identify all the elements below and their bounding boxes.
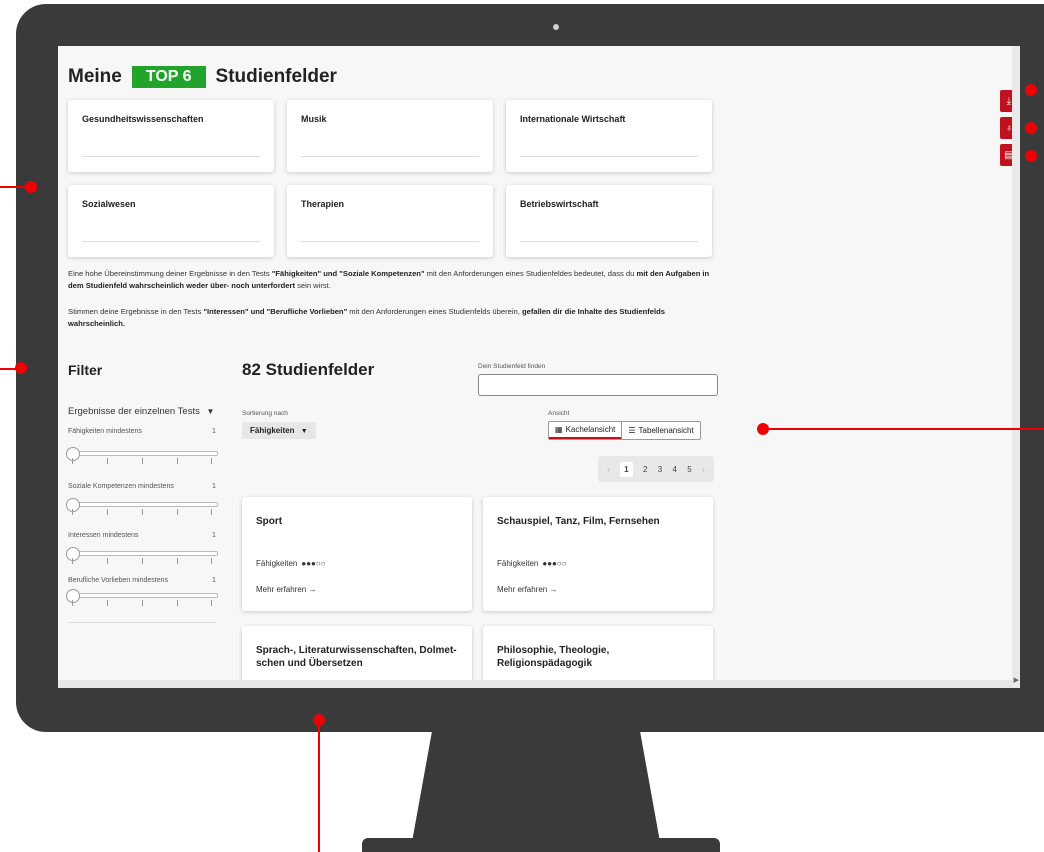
pagination: ‹ 1 2 3 4 5 › — [598, 456, 714, 482]
next-page-button[interactable]: › — [702, 465, 705, 474]
search-label: Dein Studienfeld finden — [478, 363, 546, 370]
sort-select[interactable]: Fähigkeiten ▼ — [242, 422, 316, 439]
result-name: Schauspiel, Tanz, Film, Fernsehen — [497, 516, 660, 527]
info-paragraph-2: Stimmen deine Ergebnisse in den Tests "I… — [68, 307, 665, 328]
slider-label: Interessen mindestens — [68, 532, 139, 539]
view-table-button[interactable]: ☰ Tabellenansicht — [621, 422, 699, 439]
page-title: Meine TOP 6 Studienfelder — [68, 66, 337, 88]
filter-group-toggle[interactable]: Ergebnisse der einzelnen Tests ▼ — [68, 406, 214, 417]
view-toggle: ▦ Kachelansicht ☰ Tabellenansicht — [548, 421, 701, 440]
view-tiles-label: Kachelansicht — [565, 425, 616, 434]
result-name: Sport — [256, 516, 283, 527]
view-table-label: Tabellenansicht — [638, 426, 694, 435]
top-field-name: Musik — [301, 114, 327, 124]
result-card[interactable]: Sport Fähigkeiten ●●●○○ Mehr erfahren → — [242, 497, 472, 611]
annotation-marker — [25, 181, 37, 193]
result-card[interactable]: Philosophie, Theologie, Religionspädagog… — [483, 626, 713, 688]
card-divider — [82, 156, 260, 157]
slider-faehigkeiten[interactable] — [70, 451, 218, 456]
page-button[interactable]: 2 — [643, 465, 647, 474]
camera-dot — [553, 24, 559, 30]
slider-label: Fähigkeiten mindestens — [68, 428, 142, 435]
page-button[interactable]: 3 — [658, 465, 662, 474]
rating-dots: ●●●○○ — [301, 559, 326, 568]
title-suffix: Studienfelder — [215, 66, 337, 87]
search-input[interactable] — [478, 374, 718, 396]
more-link[interactable]: Mehr erfahren → — [256, 585, 316, 594]
list-icon: ☰ — [628, 426, 636, 435]
top-field-name: Gesundheitswissenschaften — [82, 114, 204, 124]
annotation-marker — [313, 714, 325, 726]
top-field-name: Betriebswirtschaft — [520, 199, 599, 209]
card-divider — [301, 156, 479, 157]
horizontal-scrollbar[interactable] — [58, 680, 1012, 688]
filter-divider — [68, 622, 216, 623]
slider-value: 1 — [212, 428, 216, 435]
slider-label: Berufliche Vorlieben mindestens — [68, 577, 169, 584]
card-divider — [301, 241, 479, 242]
annotation-marker — [1025, 122, 1037, 134]
slider-value: 1 — [212, 483, 216, 490]
page-button[interactable]: 1 — [620, 461, 633, 477]
top-field-card[interactable]: Gesundheitswissenschaften — [68, 100, 274, 172]
result-metric: Fähigkeiten ●●●○○ — [497, 559, 567, 568]
filter-title: Filter — [68, 362, 103, 378]
page-button[interactable]: 4 — [673, 465, 677, 474]
sort-value: Fähigkeiten — [250, 426, 295, 435]
top-field-card[interactable]: Betriebswirtschaft — [506, 185, 712, 257]
slider-ticks — [72, 509, 212, 515]
slider-value: 1 — [212, 577, 216, 584]
page-button[interactable]: 5 — [687, 465, 691, 474]
download-icon: ⤓ — [1006, 95, 1012, 107]
info-paragraph-1: Eine hohe Übereinstimmung deiner Ergebni… — [68, 269, 710, 290]
result-card[interactable]: Sprach-, Literaturwissenschaften, Dolmet… — [242, 626, 472, 688]
scroll-right-icon[interactable]: ▶ — [1014, 676, 1019, 684]
result-name: Sprach-, Literaturwissenschaften, Dolmet… — [256, 645, 457, 669]
top-badge: TOP 6 — [131, 66, 206, 88]
result-name: Philosophie, Theologie, Religionspädagog… — [497, 645, 610, 669]
card-divider — [520, 241, 698, 242]
card-divider — [82, 241, 260, 242]
slider-ticks — [72, 458, 212, 464]
monitor-stand — [412, 732, 660, 842]
top-field-card[interactable]: Sozialwesen — [68, 185, 274, 257]
card-divider — [520, 156, 698, 157]
sort-label: Sortierung nach — [242, 410, 288, 417]
marker-line — [318, 720, 320, 852]
monitor-base — [362, 838, 720, 852]
slider-value: 1 — [212, 532, 216, 539]
top-field-card[interactable]: Therapien — [287, 185, 493, 257]
result-metric: Fähigkeiten ●●●○○ — [256, 559, 326, 568]
vertical-scrollbar[interactable] — [1012, 46, 1020, 688]
caret-down-icon: ▼ — [300, 428, 308, 435]
screen: Meine TOP 6 Studienfelder Gesundheitswis… — [58, 46, 1020, 688]
top-field-name: Therapien — [301, 199, 345, 209]
slider-berufliche-vorlieben[interactable] — [70, 593, 218, 598]
results-count: 82 Studienfelder — [242, 360, 375, 379]
top-field-card[interactable]: Internationale Wirtschaft — [506, 100, 712, 172]
top-field-name: Sozialwesen — [82, 199, 136, 209]
caret-down-icon: ▼ — [206, 407, 215, 416]
slider-ticks — [72, 600, 212, 606]
top-field-name: Internationale Wirtschaft — [520, 114, 626, 124]
annotation-marker — [15, 362, 27, 374]
slider-soziale-kompetenzen[interactable] — [70, 502, 218, 507]
prev-page-button[interactable]: ‹ — [607, 465, 610, 474]
marker-line — [766, 428, 1044, 430]
annotation-marker — [1025, 84, 1037, 96]
rating-dots: ●●●○○ — [542, 559, 567, 568]
annotation-marker — [757, 423, 769, 435]
more-link[interactable]: Mehr erfahren → — [497, 585, 557, 594]
slider-interessen[interactable] — [70, 551, 218, 556]
view-tiles-button[interactable]: ▦ Kachelansicht — [549, 422, 622, 439]
filter-group-label: Ergebnisse der einzelnen Tests — [68, 406, 200, 417]
view-label: Ansicht — [548, 410, 570, 417]
result-card[interactable]: Schauspiel, Tanz, Film, Fernsehen Fähigk… — [483, 497, 713, 611]
slider-label: Soziale Kompetenzen mindestens — [68, 483, 174, 490]
annotation-marker — [1025, 150, 1037, 162]
title-prefix: Meine — [68, 66, 122, 87]
grid-icon: ▦ — [555, 425, 563, 434]
slider-ticks — [72, 558, 212, 564]
top-field-card[interactable]: Musik — [287, 100, 493, 172]
